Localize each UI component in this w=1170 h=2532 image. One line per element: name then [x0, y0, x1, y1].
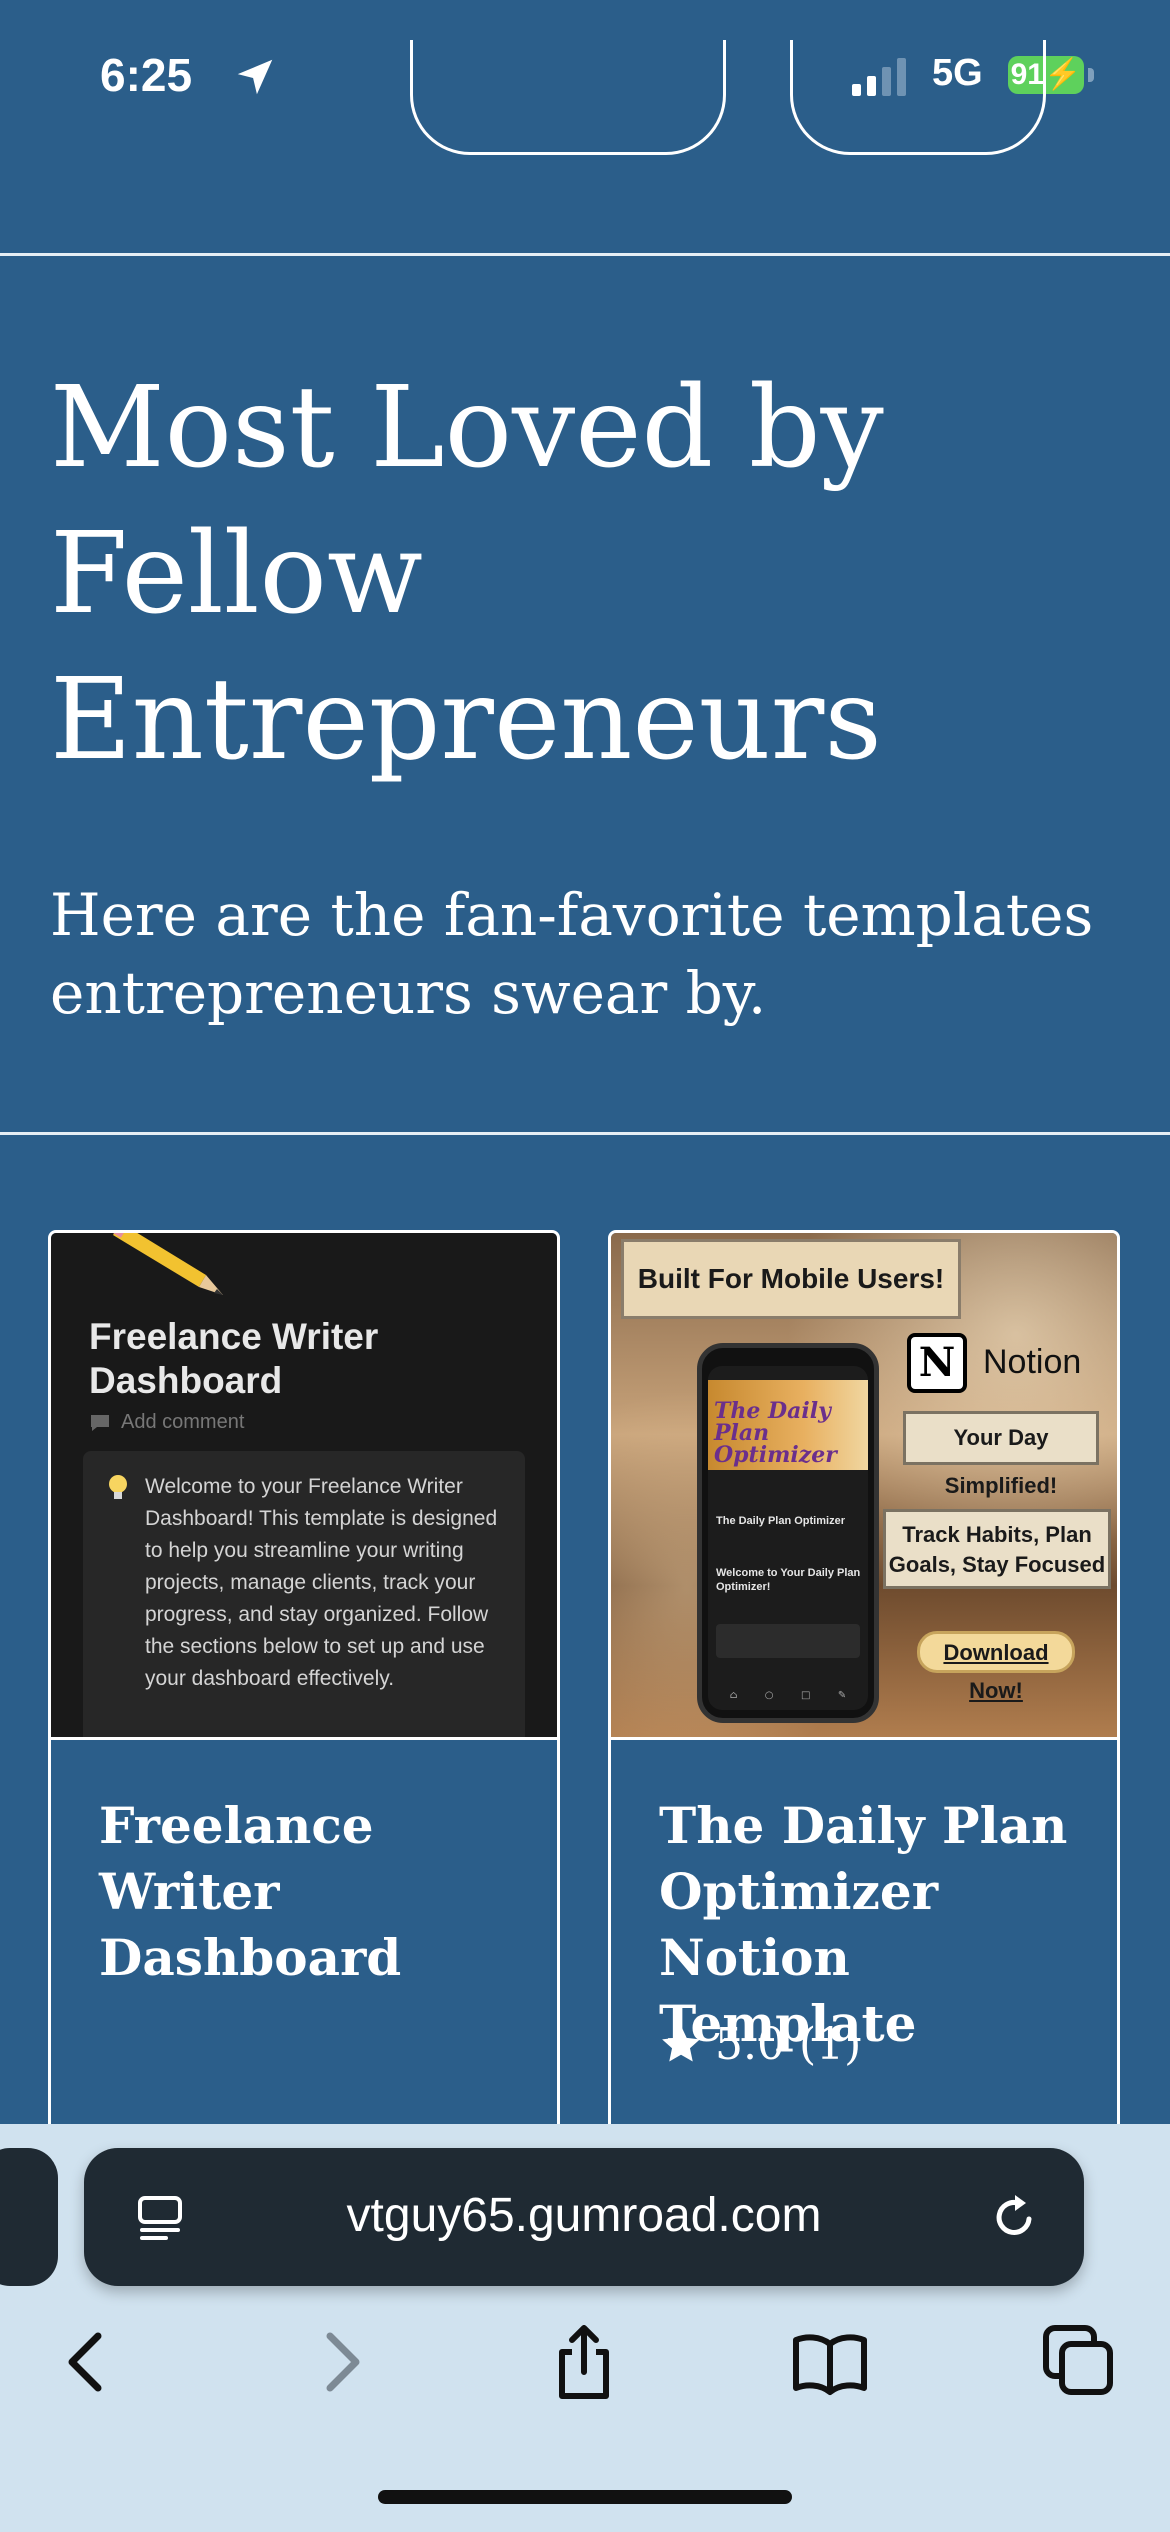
thumb-download-badge: Download Now! — [917, 1631, 1075, 1703]
previous-tab-preview[interactable] — [0, 2148, 58, 2286]
product-title[interactable]: Freelance Writer Dashboard — [99, 1793, 529, 1991]
section-divider — [0, 253, 1170, 256]
product-title[interactable]: The Daily Plan Optimizer Notion Template — [659, 1793, 1089, 2057]
pencil-icon — [111, 1233, 223, 1295]
url-text[interactable]: vtguy65.gumroad.com — [84, 2188, 1084, 2243]
notion-label: Notion — [983, 1343, 1082, 1381]
section-title: Most Loved by Fellow Entrepreneurs — [50, 363, 884, 785]
phone-screen: The Daily Plan Optimizer The Daily Plan … — [708, 1366, 868, 1710]
lightbulb-icon — [109, 1475, 127, 1499]
top-pill-button-1[interactable] — [410, 40, 726, 155]
phone-cover-art: The Daily Plan Optimizer — [708, 1380, 868, 1470]
thumb-tag-simplified: Your Day Simplified! — [903, 1411, 1099, 1498]
product-thumbnail[interactable]: Built For Mobile Users! N Notion The Dai… — [611, 1233, 1117, 1740]
rating-value: 5.0 (1) — [715, 2019, 862, 2070]
phone-heading: The Daily Plan Optimizer — [716, 1515, 845, 1527]
thumb-tag-habits: Track Habits, Plan Goals, Stay Focused — [883, 1509, 1111, 1589]
phone-mockup: The Daily Plan Optimizer The Daily Plan … — [697, 1343, 879, 1723]
thumb-heading: Freelance Writer Dashboard — [89, 1316, 379, 1401]
top-pill-button-2[interactable] — [790, 40, 1046, 155]
product-rating: 5.0 (1) — [659, 2019, 861, 2070]
product-thumbnail[interactable]: Freelance Writer Dashboard Add comment W… — [51, 1233, 557, 1740]
add-comment-label: Add comment — [121, 1411, 245, 1433]
status-time: 6:25 — [100, 49, 193, 101]
phone-welcome: Welcome to Your Daily Plan Optimizer! — [716, 1567, 861, 1593]
product-card-daily-plan-optimizer[interactable]: Built For Mobile Users! N Notion The Dai… — [608, 1230, 1120, 2130]
share-icon[interactable] — [544, 2322, 624, 2402]
forward-arrow-icon[interactable] — [300, 2322, 380, 2402]
reload-icon[interactable] — [988, 2190, 1042, 2244]
phone-tab-bar: ⌂ ○ □ ✎ — [729, 1690, 847, 1701]
tabs-overview-icon[interactable] — [1040, 2322, 1120, 2402]
product-card-freelance-writer[interactable]: Freelance Writer Dashboard Add comment W… — [48, 1230, 560, 2130]
thumb-callout-text: Welcome to your Freelance Writer Dashboa… — [145, 1475, 498, 1690]
comment-icon — [91, 1414, 109, 1431]
bookmarks-icon[interactable] — [790, 2322, 870, 2402]
add-comment: Add comment — [89, 1411, 244, 1434]
star-icon — [662, 2025, 700, 2061]
notion-logo-icon: N — [907, 1333, 967, 1393]
section-divider — [0, 1132, 1170, 1135]
section-subtitle: Here are the fan-favorite templates entr… — [50, 881, 1094, 1027]
address-bar[interactable]: vtguy65.gumroad.com — [84, 2148, 1084, 2286]
thumb-callout: Welcome to your Freelance Writer Dashboa… — [83, 1451, 525, 1737]
thumb-banner: Built For Mobile Users! — [621, 1239, 961, 1319]
location-arrow-icon — [237, 59, 273, 95]
back-arrow-icon[interactable] — [48, 2322, 128, 2402]
phone-art-title: The Daily Plan Optimizer — [714, 1398, 837, 1468]
phone-content-box — [716, 1624, 860, 1658]
browser-toolbar: vtguy65.gumroad.com — [0, 2124, 1170, 2532]
battery-tip — [1088, 68, 1094, 82]
home-indicator — [378, 2490, 792, 2504]
